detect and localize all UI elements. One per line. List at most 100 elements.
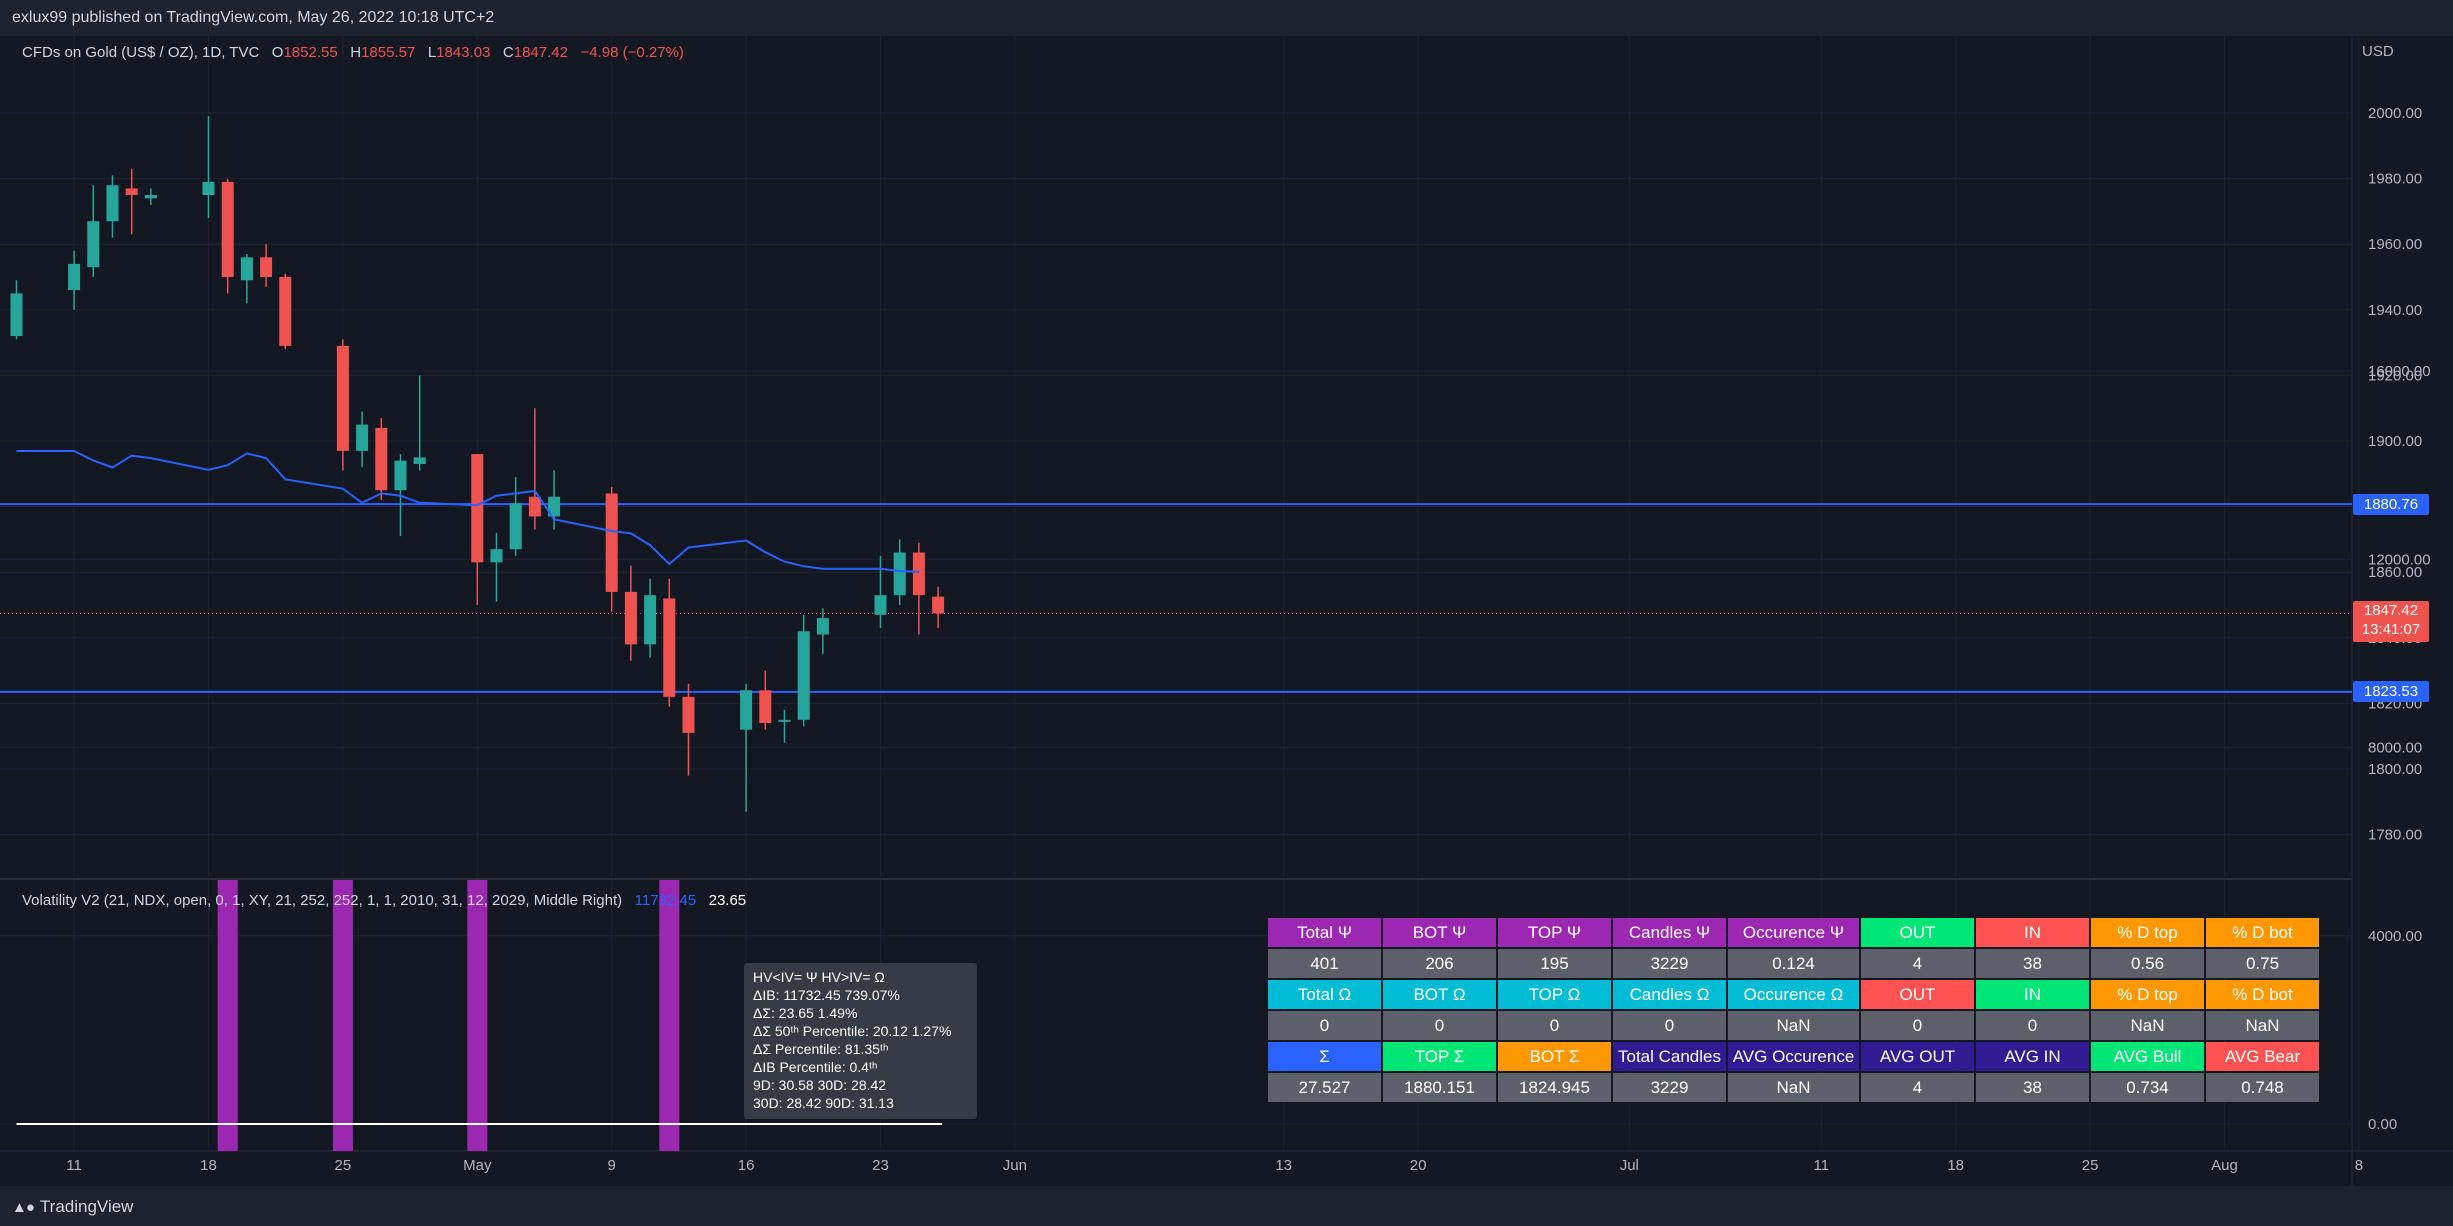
- close-value: 1847.42: [513, 44, 568, 61]
- stats-cell: 0: [1383, 1011, 1496, 1040]
- last-price-label: 1847.42 13:41:07: [2353, 601, 2429, 642]
- tooltip-line: 9D: 30.58 30D: 28.42: [753, 1077, 887, 1093]
- stats-cell: OUT: [1861, 918, 1974, 947]
- stats-cell: 38: [1976, 949, 2089, 978]
- stats-row: 0 0 0 0 NaN 0 0 NaN NaN: [1268, 1011, 2319, 1040]
- y-tick-label: 1780.00: [2368, 827, 2422, 844]
- tooltip-line: 30D: 28.42 90D: 31.13: [753, 1095, 894, 1111]
- candle-body: [279, 277, 292, 346]
- candle-body: [336, 345, 349, 451]
- x-tick-label: 16: [738, 1157, 755, 1174]
- stats-cell: Candles Ψ: [1613, 918, 1726, 947]
- stats-cell: 1880.151: [1383, 1073, 1496, 1102]
- candle-body: [912, 552, 925, 596]
- candle-body: [394, 460, 407, 491]
- x-tick-label: 25: [2082, 1157, 2099, 1174]
- stats-row: Total Ω BOT Ω TOP Ω Candles Ω Occurence Ω OUT…: [1268, 980, 2319, 1009]
- stats-cell: 3229: [1613, 1073, 1726, 1102]
- highlight-band: [217, 880, 238, 1151]
- tooltip-line: ΔIB Percentile: 0.4ᵗʰ: [753, 1059, 878, 1075]
- indicator-tick-label: 8000.00: [2368, 740, 2422, 757]
- stats-cell: IN: [1976, 918, 2089, 947]
- y-tick-label: 1980.00: [2368, 171, 2422, 188]
- x-tick-label: 13: [1275, 1157, 1292, 1174]
- change-value: −4.98 (−0.27%): [580, 44, 684, 61]
- stats-cell: 0: [1498, 1011, 1611, 1040]
- candle-body: [471, 454, 484, 563]
- x-tick-label: 8: [2355, 1157, 2363, 1174]
- candle-body: [644, 595, 657, 645]
- stats-cell: 0: [1861, 1011, 1974, 1040]
- candle-body: [874, 595, 887, 615]
- x-tick-label: 11: [1814, 1157, 1830, 1174]
- candle-body: [356, 424, 369, 451]
- x-tick-label: 9: [608, 1157, 616, 1174]
- open-value: 1852.55: [283, 44, 338, 61]
- stats-cell: 4: [1861, 1073, 1974, 1102]
- stats-row: 27.527 1880.151 1824.945 3229 NaN 4 38 0.734 0.7…: [1268, 1073, 2319, 1102]
- low-label: L: [427, 44, 437, 61]
- main-legend: CFDs on Gold (US$ / OZ), 1D, TVC O1852.5…: [22, 44, 684, 61]
- candle-body: [893, 552, 906, 596]
- last-price-value: 1847.42: [2363, 602, 2419, 619]
- x-tick-label: 18: [200, 1157, 217, 1174]
- x-tick-label: 18: [1947, 1157, 1964, 1174]
- stats-cell: 401: [1268, 949, 1381, 978]
- stats-cell: % D bot: [2206, 918, 2319, 947]
- stats-cell: 38: [1976, 1073, 2089, 1102]
- low-value: 1843.03: [436, 44, 491, 61]
- footer-bar: ▲● TradingView: [0, 1186, 2453, 1226]
- y-tick-label: 1960.00: [2368, 236, 2422, 253]
- candle-body: [240, 257, 253, 281]
- stats-cell: Total Ψ: [1268, 918, 1381, 947]
- x-tick-label: Jul: [1620, 1157, 1639, 1174]
- y-tick-label: 1940.00: [2368, 302, 2422, 319]
- candle-body: [87, 221, 100, 268]
- stats-cell: Candles Ω: [1613, 980, 1726, 1009]
- candle-body: [624, 591, 637, 645]
- stats-cell: AVG Occurence: [1728, 1042, 1859, 1071]
- stats-row: 401 206 195 3229 0.124 4 38 0.56 0.75: [1268, 949, 2319, 978]
- countdown-value: 13:41:07: [2361, 621, 2421, 638]
- tradingview-logo[interactable]: ▲● TradingView: [12, 1197, 133, 1217]
- stats-cell: TOP Ω: [1498, 980, 1611, 1009]
- stats-cell: 27.527: [1268, 1073, 1381, 1102]
- volatility-tooltip: HV<IV= Ψ HV>IV= Ω ΔIB: 11732.45 739.07% …: [744, 963, 977, 1119]
- stats-cell: 0.56: [2091, 949, 2204, 978]
- indicator-value-2: 23.65: [708, 892, 747, 909]
- indicator-value-1: 11732.45: [634, 892, 697, 909]
- highlight-band: [659, 880, 680, 1151]
- tooltip-line: ΔΣ: 23.65 1.49%: [753, 1005, 858, 1021]
- stats-cell: 0: [1268, 1011, 1381, 1040]
- y-tick-label: 1900.00: [2368, 433, 2422, 450]
- stats-cell: 1824.945: [1498, 1073, 1611, 1102]
- x-tick-label: 11: [66, 1157, 82, 1174]
- stats-cell: % D top: [2091, 980, 2204, 1009]
- stats-cell: 195: [1498, 949, 1611, 978]
- symbol-name[interactable]: CFDs on Gold (US$ / OZ), 1D, TVC: [22, 44, 259, 61]
- candle-body: [759, 690, 772, 724]
- stats-cell: 0: [1976, 1011, 2089, 1040]
- y-tick-label: 1800.00: [2368, 761, 2422, 778]
- stats-cell: BOT Ψ: [1383, 918, 1496, 947]
- close-label: C: [502, 44, 514, 61]
- stats-cell: AVG Bear: [2206, 1042, 2319, 1071]
- high-label: H: [350, 44, 362, 61]
- open-label: O: [271, 44, 284, 61]
- stats-cell: TOP Ψ: [1498, 918, 1611, 947]
- indicator-tick-label: 16000.00: [2368, 363, 2431, 380]
- stats-cell: NaN: [1728, 1073, 1859, 1102]
- candle-body: [682, 696, 695, 733]
- candle-body: [68, 263, 81, 291]
- stats-cell: 4: [1861, 949, 1974, 978]
- stats-cell: Total Ω: [1268, 980, 1381, 1009]
- stats-cell: NaN: [2206, 1011, 2319, 1040]
- indicator-title[interactable]: Volatility V2 (21, NDX, open, 0, 1, XY, …: [22, 892, 622, 909]
- candle-body: [528, 496, 541, 517]
- tv-logo-icon: ▲●: [12, 1198, 35, 1216]
- brand-name: TradingView: [39, 1197, 134, 1216]
- x-tick-label: May: [463, 1157, 492, 1174]
- candle-body: [778, 719, 791, 722]
- stats-cell: AVG Bull: [2091, 1042, 2204, 1071]
- stats-cell: Σ: [1268, 1042, 1381, 1071]
